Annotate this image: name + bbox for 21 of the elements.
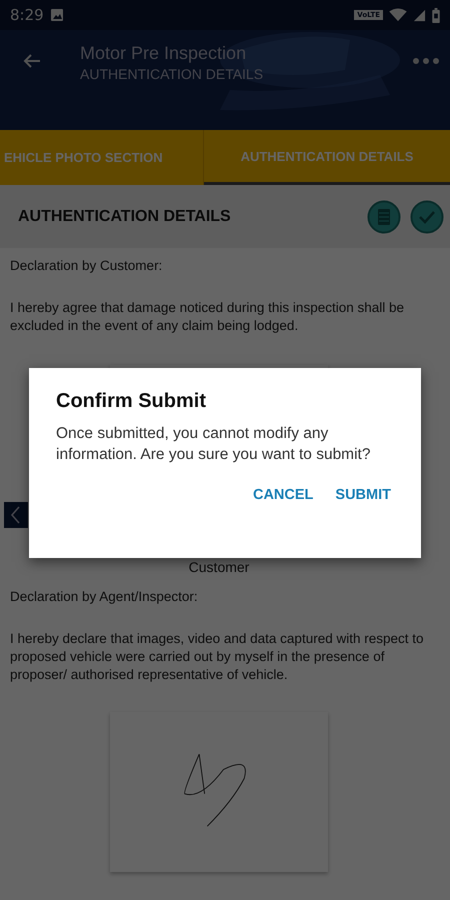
dialog-title: Confirm Submit — [56, 390, 207, 413]
dialog-button[interactable]: CANCEL — [248, 481, 318, 509]
wifi-icon — [389, 8, 407, 22]
section-title: AUTHENTICATION DETAILS — [18, 208, 231, 226]
dialog-message: Once submitted, you cannot modify any information. Are you sure you want to submit? — [56, 424, 372, 465]
more-icon[interactable] — [413, 58, 439, 64]
signature-label: Customer — [188, 559, 250, 575]
declaration-heading: Declaration by Agent/Inspector: — [10, 589, 199, 604]
image-notification-icon — [50, 8, 64, 22]
dialog-button[interactable]: SUBMIT — [331, 481, 395, 509]
battery-icon — [432, 8, 440, 22]
signal-icon — [413, 8, 426, 22]
app-subtitle: AUTHENTICATION DETAILS — [80, 66, 264, 82]
declaration-text: I hereby agree that damage noticed during this inspection shall be excluded in the event of any claim being lodged. — [10, 299, 406, 335]
declaration-text: I hereby declare that images, video and data captured with respect to proposed vehicle were carried out by myself in the presence of proposer/ authorised representative of vehicle. — [10, 630, 424, 684]
status-time: 8:29 — [10, 6, 44, 24]
document-icon[interactable] — [367, 200, 401, 234]
app-title: Motor Pre Inspection — [80, 43, 248, 64]
check-icon[interactable] — [410, 200, 444, 234]
declaration-heading: Declaration by Customer: — [10, 258, 164, 273]
previous-page-icon[interactable] — [4, 502, 28, 528]
